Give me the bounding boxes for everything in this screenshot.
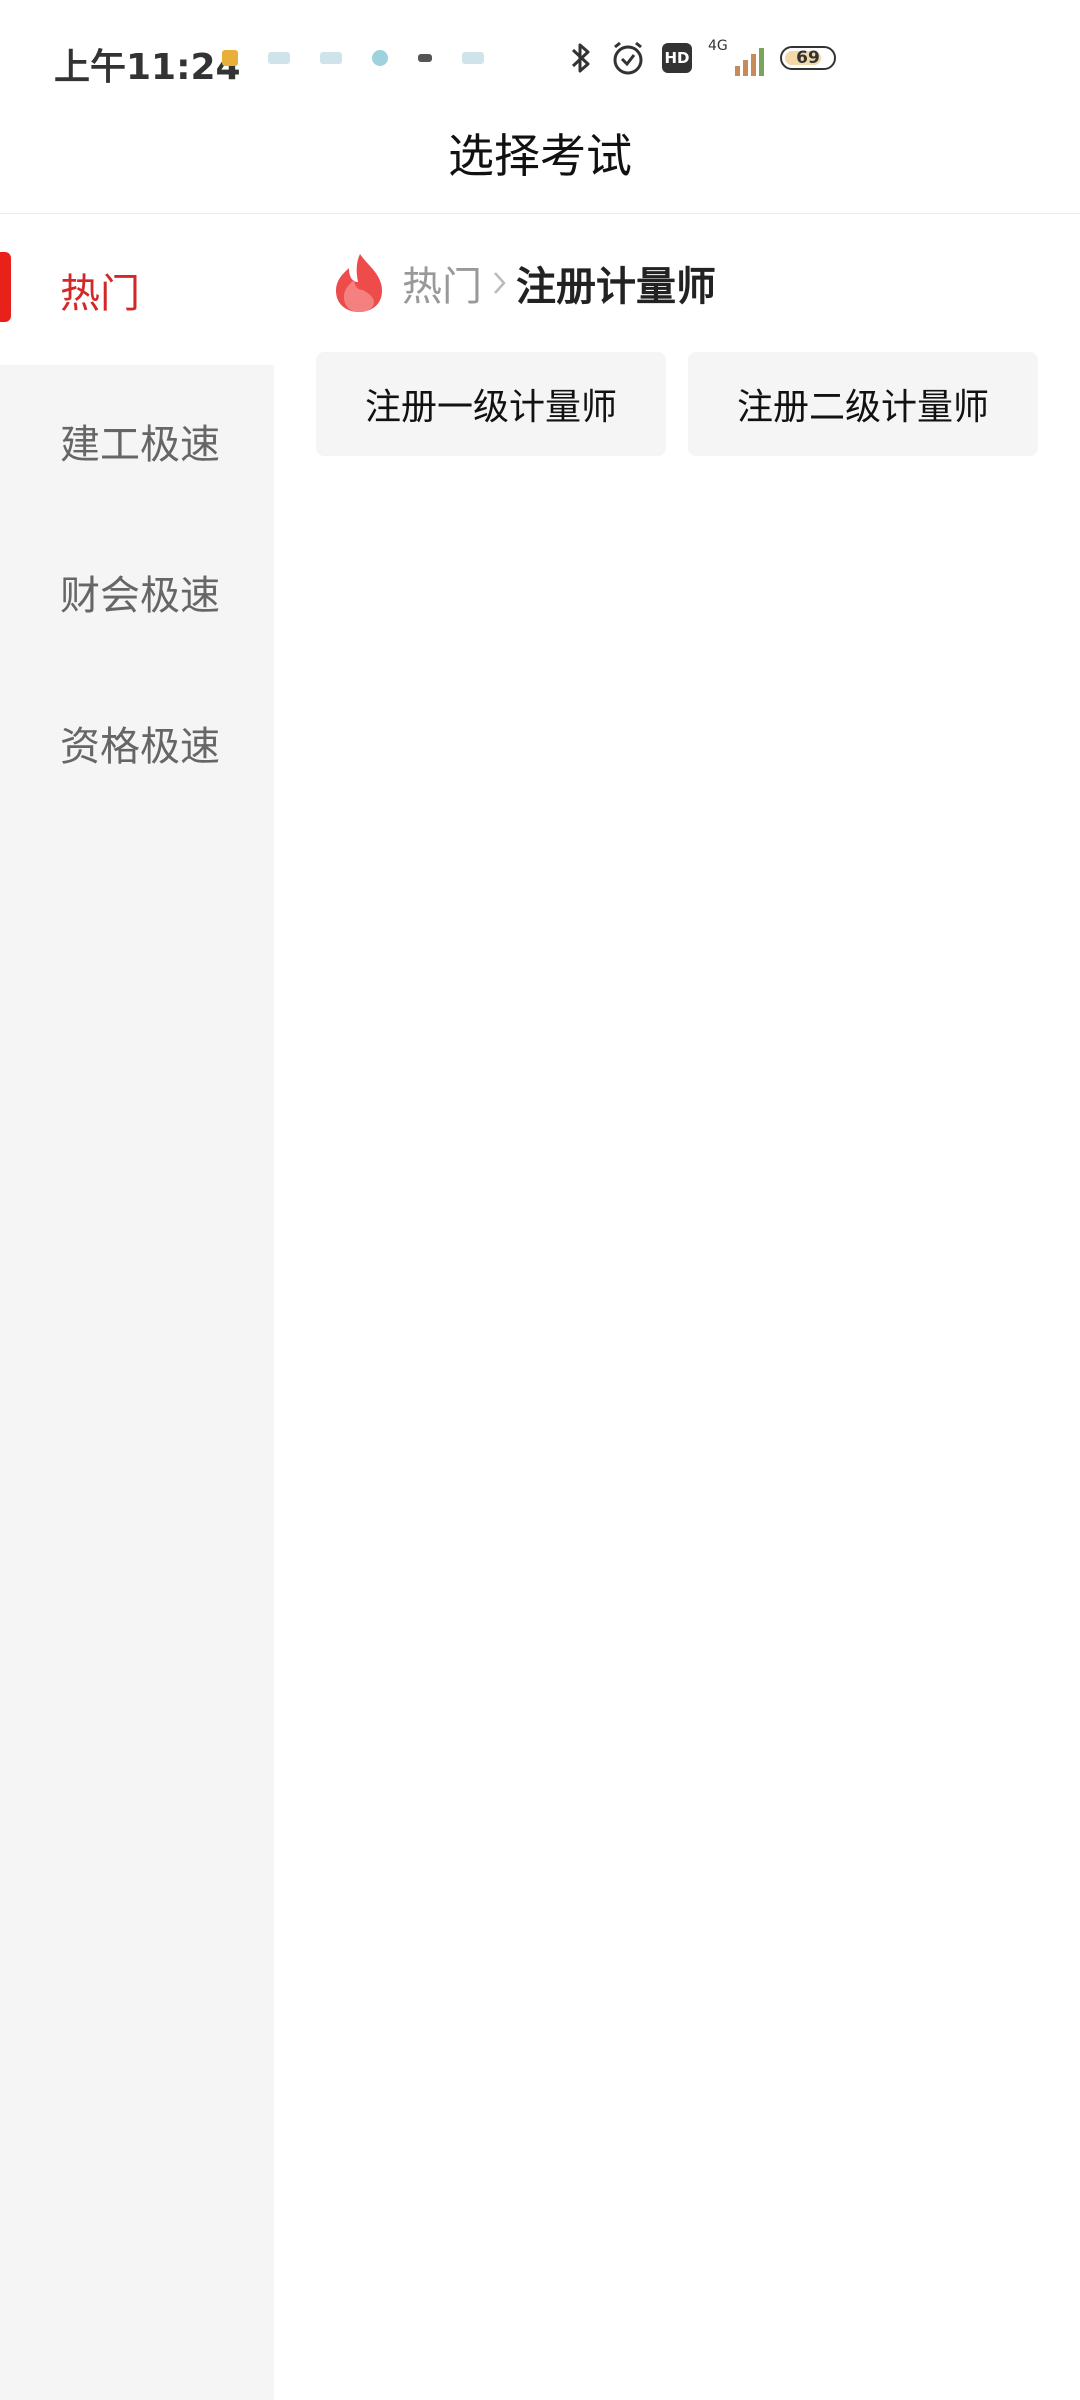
- app-notification-icon: [372, 50, 388, 66]
- exam-button-level-2[interactable]: 注册二级计量师: [688, 352, 1038, 456]
- app-notification-icon: [268, 52, 290, 64]
- page-title: 选择考试: [448, 129, 632, 183]
- sidebar-item-hot[interactable]: 热门: [0, 214, 274, 365]
- sidebar-item-label: 资格极速: [60, 723, 220, 770]
- breadcrumb-parent[interactable]: 热门: [402, 254, 482, 312]
- sidebar-item-label: 热门: [60, 270, 140, 317]
- sidebar-item-label: 建工极速: [60, 421, 220, 468]
- network-type: 4G: [708, 38, 728, 54]
- app-notification-icon: [320, 52, 342, 64]
- app-notification-icon: [418, 54, 432, 62]
- sidebar-item-label: 财会极速: [60, 572, 220, 619]
- flame-icon: [336, 254, 382, 312]
- battery-icon: 69: [780, 46, 836, 70]
- status-bar: 上午11:24 HD 4G 69: [0, 0, 1080, 118]
- sidebar-item-construction[interactable]: 建工极速: [0, 365, 274, 516]
- status-time: 上午11:24: [54, 47, 241, 88]
- exam-button-level-1[interactable]: 注册一级计量师: [316, 352, 666, 456]
- app-notification-icon: [462, 52, 484, 64]
- signal-icon: 4G: [708, 38, 764, 76]
- category-sidebar: 热门 建工极速 财会极速 资格极速: [0, 214, 274, 2400]
- sidebar-item-qualification[interactable]: 资格极速: [0, 667, 274, 818]
- active-indicator: [0, 252, 11, 322]
- breadcrumb: 热门 注册计量师: [330, 248, 716, 318]
- battery-level: 69: [796, 48, 820, 68]
- app-notification-icon: [222, 50, 238, 66]
- breadcrumb-current: 注册计量师: [516, 264, 716, 310]
- hd-icon: HD: [662, 43, 692, 73]
- sidebar-item-finance[interactable]: 财会极速: [0, 516, 274, 667]
- notification-icons: [222, 50, 484, 66]
- bluetooth-icon: [571, 43, 590, 73]
- chevron-right-icon: [492, 268, 508, 298]
- alarm-icon: [613, 41, 643, 75]
